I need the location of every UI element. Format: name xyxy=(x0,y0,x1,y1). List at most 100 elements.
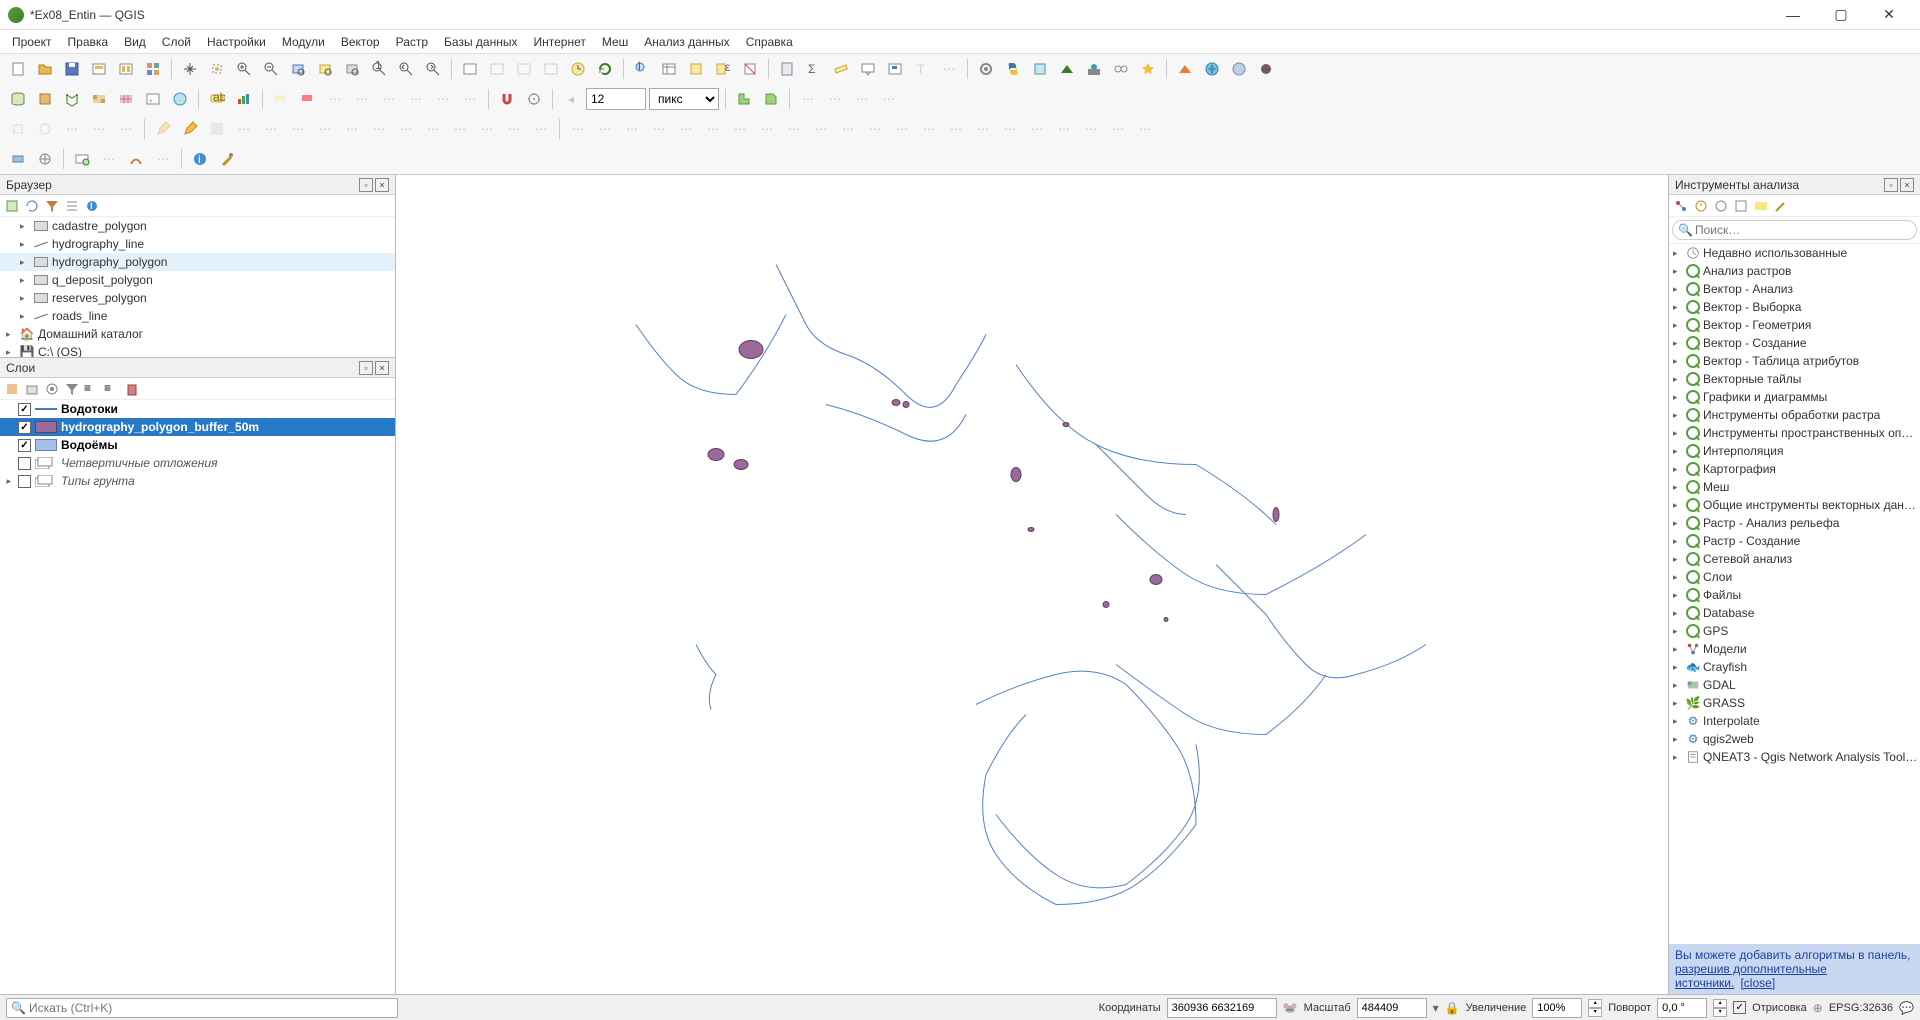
label-tool-3[interactable]: ⋯ xyxy=(323,87,347,111)
label-tool-8[interactable]: ⋯ xyxy=(458,87,482,111)
identify-button[interactable]: i xyxy=(630,57,654,81)
processing-item[interactable]: ▸🌿GRASS xyxy=(1669,694,1920,712)
layer-checkbox[interactable]: ✓ xyxy=(18,403,31,416)
processing-item[interactable]: ▸Графики и диаграммы xyxy=(1669,388,1920,406)
menu-settings[interactable]: Настройки xyxy=(199,33,274,51)
spin-down[interactable]: ◂ xyxy=(559,87,583,111)
browser-item-home[interactable]: ▸🏠Домашний каталог xyxy=(0,325,395,343)
zoom-native-button[interactable]: 1 xyxy=(367,57,391,81)
adv-digitize-11[interactable]: ⋯ xyxy=(836,117,860,141)
topological-editing-button[interactable] xyxy=(732,87,756,111)
processing-item[interactable]: ▸Файлы xyxy=(1669,586,1920,604)
open-data-source-manager-button[interactable] xyxy=(6,87,30,111)
adv-digitize-10[interactable]: ⋯ xyxy=(809,117,833,141)
processing-close-button[interactable]: × xyxy=(1900,178,1914,192)
plugin-tool-a2[interactable] xyxy=(33,147,57,171)
plugin-button-3[interactable] xyxy=(1082,57,1106,81)
adv-digitize-7[interactable]: ⋯ xyxy=(728,117,752,141)
show-bookmarks-button[interactable] xyxy=(539,57,563,81)
style-manager-button[interactable] xyxy=(141,57,165,81)
layer-item-vodotoki[interactable]: ✓ Водотоки xyxy=(0,400,395,418)
processing-tree[interactable]: ▸Недавно использованные▸Анализ растров▸В… xyxy=(1669,244,1920,944)
map-canvas[interactable] xyxy=(396,175,1668,994)
open-attribute-table-button[interactable] xyxy=(657,57,681,81)
edit-in-place-icon[interactable] xyxy=(1733,198,1749,214)
adv-digitize-4[interactable]: ⋯ xyxy=(647,117,671,141)
crs-label[interactable]: EPSG:32636 xyxy=(1829,1002,1893,1014)
menu-edit[interactable]: Правка xyxy=(60,33,117,51)
zoom-out-button[interactable] xyxy=(259,57,283,81)
render-checkbox[interactable]: ✓ xyxy=(1733,1001,1746,1014)
model-designer-icon[interactable] xyxy=(1673,198,1689,214)
processing-item[interactable]: ▸Анализ растров xyxy=(1669,262,1920,280)
digitize-tool-1[interactable]: ⋯ xyxy=(259,117,283,141)
processing-item[interactable]: ▸Интерполяция xyxy=(1669,442,1920,460)
layer-diagram-button[interactable] xyxy=(232,87,256,111)
shape-digitize-5[interactable]: ⋯ xyxy=(114,117,138,141)
plugin-button-4[interactable] xyxy=(1109,57,1133,81)
processing-item[interactable]: ▸Вектор - Анализ xyxy=(1669,280,1920,298)
expand-all-icon[interactable]: ≡ xyxy=(84,381,100,397)
scale-dropdown-icon[interactable]: ▾ xyxy=(1433,1001,1439,1015)
pan-to-selection-button[interactable] xyxy=(205,57,229,81)
maptips-button[interactable] xyxy=(856,57,880,81)
digitize-tool-3[interactable]: ⋯ xyxy=(313,117,337,141)
toolbar-btn-extra[interactable]: ⋯ xyxy=(937,57,961,81)
processing-item[interactable]: ▸GDAL xyxy=(1669,676,1920,694)
rot-input[interactable] xyxy=(1657,998,1707,1018)
snapping-tolerance-input[interactable] xyxy=(586,88,646,110)
add-selected-layers-icon[interactable] xyxy=(4,198,20,214)
layer-checkbox[interactable] xyxy=(18,475,31,488)
coord-input[interactable] xyxy=(1167,998,1277,1018)
processing-undock-button[interactable]: ▫ xyxy=(1884,178,1898,192)
add-feature-button[interactable]: ⋯ xyxy=(232,117,256,141)
rot-spinner[interactable]: ▴▾ xyxy=(1713,999,1727,1017)
processing-item[interactable]: ▸Сетевой анализ xyxy=(1669,550,1920,568)
processing-item[interactable]: ▸Database xyxy=(1669,604,1920,622)
browser-close-button[interactable]: × xyxy=(375,178,389,192)
processing-item[interactable]: ▸QNEAT3 - Qgis Network Analysis Tool… xyxy=(1669,748,1920,766)
processing-item[interactable]: ▸Растр - Создание xyxy=(1669,532,1920,550)
adv-digitize-8[interactable]: ⋯ xyxy=(755,117,779,141)
save-project-button[interactable] xyxy=(60,57,84,81)
processing-item[interactable]: ▸Картография xyxy=(1669,460,1920,478)
scale-input[interactable] xyxy=(1357,998,1427,1018)
menu-web[interactable]: Интернет xyxy=(525,33,593,51)
processing-item[interactable]: ▸Вектор - Выборка xyxy=(1669,298,1920,316)
refresh-button[interactable] xyxy=(593,57,617,81)
processing-item[interactable]: ▸Общие инструменты векторных дан… xyxy=(1669,496,1920,514)
browser-item-roads-line[interactable]: ▸roads_line xyxy=(0,307,395,325)
processing-item[interactable]: ▸Вектор - Геометрия xyxy=(1669,316,1920,334)
menu-mesh[interactable]: Меш xyxy=(594,33,636,51)
processing-item[interactable]: ▸Вектор - Создание xyxy=(1669,334,1920,352)
adv-digitize-6[interactable]: ⋯ xyxy=(701,117,725,141)
close-button[interactable]: ✕ xyxy=(1866,0,1912,30)
adv-digitize-20[interactable]: ⋯ xyxy=(1079,117,1103,141)
refresh-icon[interactable] xyxy=(24,198,40,214)
adv-digitize-13[interactable]: ⋯ xyxy=(890,117,914,141)
browser-undock-button[interactable]: ▫ xyxy=(359,178,373,192)
label-tool-7[interactable]: ⋯ xyxy=(431,87,455,111)
measure-line-button[interactable] xyxy=(829,57,853,81)
digitize-tool-2[interactable]: ⋯ xyxy=(286,117,310,141)
processing-item[interactable]: ▸🐟Crayfish xyxy=(1669,658,1920,676)
processing-item[interactable]: ▸Слои xyxy=(1669,568,1920,586)
filter-legend-icon[interactable] xyxy=(64,381,80,397)
settings-icon[interactable] xyxy=(1773,198,1789,214)
mag-input[interactable] xyxy=(1532,998,1582,1018)
add-mesh-layer-button[interactable] xyxy=(114,87,138,111)
layer-checkbox[interactable]: ✓ xyxy=(18,421,31,434)
toolbox-button[interactable] xyxy=(974,57,998,81)
menu-vector[interactable]: Вектор xyxy=(333,33,388,51)
layers-close-button[interactable]: × xyxy=(375,361,389,375)
open-field-calculator-button[interactable] xyxy=(775,57,799,81)
collapse-all-icon[interactable] xyxy=(64,198,80,214)
digitize-tool-4[interactable]: ⋯ xyxy=(340,117,364,141)
adv-digitize-19[interactable]: ⋯ xyxy=(1052,117,1076,141)
label-tool-5[interactable]: ⋯ xyxy=(377,87,401,111)
digitize-tool-11[interactable]: ⋯ xyxy=(529,117,553,141)
history-icon[interactable] xyxy=(1693,198,1709,214)
label-tool-4[interactable]: ⋯ xyxy=(350,87,374,111)
digitize-tool-5[interactable]: ⋯ xyxy=(367,117,391,141)
new-spatial-bookmark-button[interactable] xyxy=(883,57,907,81)
